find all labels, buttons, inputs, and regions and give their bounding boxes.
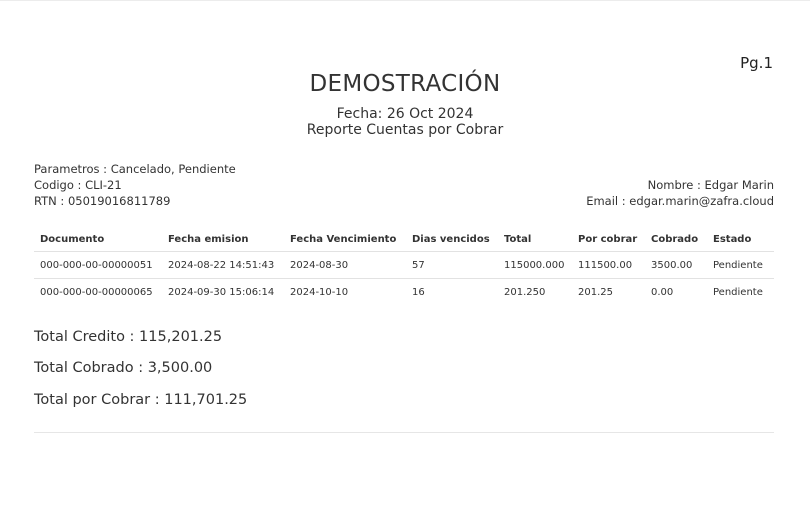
header-total: Total xyxy=(504,233,532,245)
header-estado: Estado xyxy=(713,233,752,245)
rtn-line: RTN : 05019016811789 xyxy=(34,194,171,208)
cell-fecha-emision: 2024-08-22 14:51:43 xyxy=(162,251,284,279)
cell-estado: Pendiente xyxy=(707,251,774,279)
email-line: Email : edgar.marin@zafra.cloud xyxy=(586,194,774,208)
cell-por-cobrar: 201.25 xyxy=(572,278,645,305)
bottom-divider xyxy=(34,432,774,433)
table-row: 000-000-00-00000051 2024-08-22 14:51:43 … xyxy=(34,251,774,279)
cell-por-cobrar: 111500.00 xyxy=(572,251,645,279)
report-subtitle: Reporte Cuentas por Cobrar xyxy=(306,122,504,138)
client-info-right: Nombre : Edgar Marin Email : edgar.marin… xyxy=(586,177,774,209)
cell-dias-vencidos: 57 xyxy=(406,251,498,279)
name-line: Nombre : Edgar Marin xyxy=(647,178,774,192)
cell-documento: 000-000-00-00000065 xyxy=(34,278,162,305)
cell-cobrado: 0.00 xyxy=(645,278,707,305)
cell-estado: Pendiente xyxy=(707,278,774,305)
header-dias-vencidos: Dias vencidos xyxy=(412,233,490,245)
table-row: 000-000-00-00000065 2024-09-30 15:06:14 … xyxy=(34,278,774,305)
parameters-line: Parametros : Cancelado, Pendiente xyxy=(34,162,236,176)
cell-total: 201.250 xyxy=(498,278,572,305)
header-fecha-emision: Fecha emision xyxy=(168,233,249,245)
header-fecha-vencimiento: Fecha Vencimiento xyxy=(290,233,397,245)
top-divider xyxy=(0,0,810,1)
cell-fecha-emision: 2024-09-30 15:06:14 xyxy=(162,278,284,305)
page-number: Pg.1 xyxy=(740,54,773,72)
header-documento: Documento xyxy=(40,233,105,245)
cell-total: 115000.000 xyxy=(498,251,572,279)
client-info-left: Parametros : Cancelado, Pendiente Codigo… xyxy=(34,161,236,209)
accounts-table: Documento Fecha emision Fecha Vencimient… xyxy=(34,227,774,305)
cell-dias-vencidos: 16 xyxy=(406,278,498,305)
cell-cobrado: 3500.00 xyxy=(645,251,707,279)
cell-fecha-vencimiento: 2024-10-10 xyxy=(284,278,406,305)
code-line: Codigo : CLI-21 xyxy=(34,178,122,192)
total-credito: Total Credito : 115,201.25 xyxy=(34,329,223,345)
total-cobrado: Total Cobrado : 3,500.00 xyxy=(34,360,213,376)
total-por-cobrar: Total por Cobrar : 111,701.25 xyxy=(34,392,248,408)
cell-fecha-vencimiento: 2024-08-30 xyxy=(284,251,406,279)
report-title: DEMOSTRACIÓN xyxy=(309,71,501,97)
cell-documento: 000-000-00-00000051 xyxy=(34,251,162,279)
table-header-row: Documento Fecha emision Fecha Vencimient… xyxy=(34,227,774,252)
header-por-cobrar: Por cobrar xyxy=(578,233,638,245)
header-cobrado: Cobrado xyxy=(651,233,699,245)
report-date: Fecha: 26 Oct 2024 xyxy=(336,106,474,122)
